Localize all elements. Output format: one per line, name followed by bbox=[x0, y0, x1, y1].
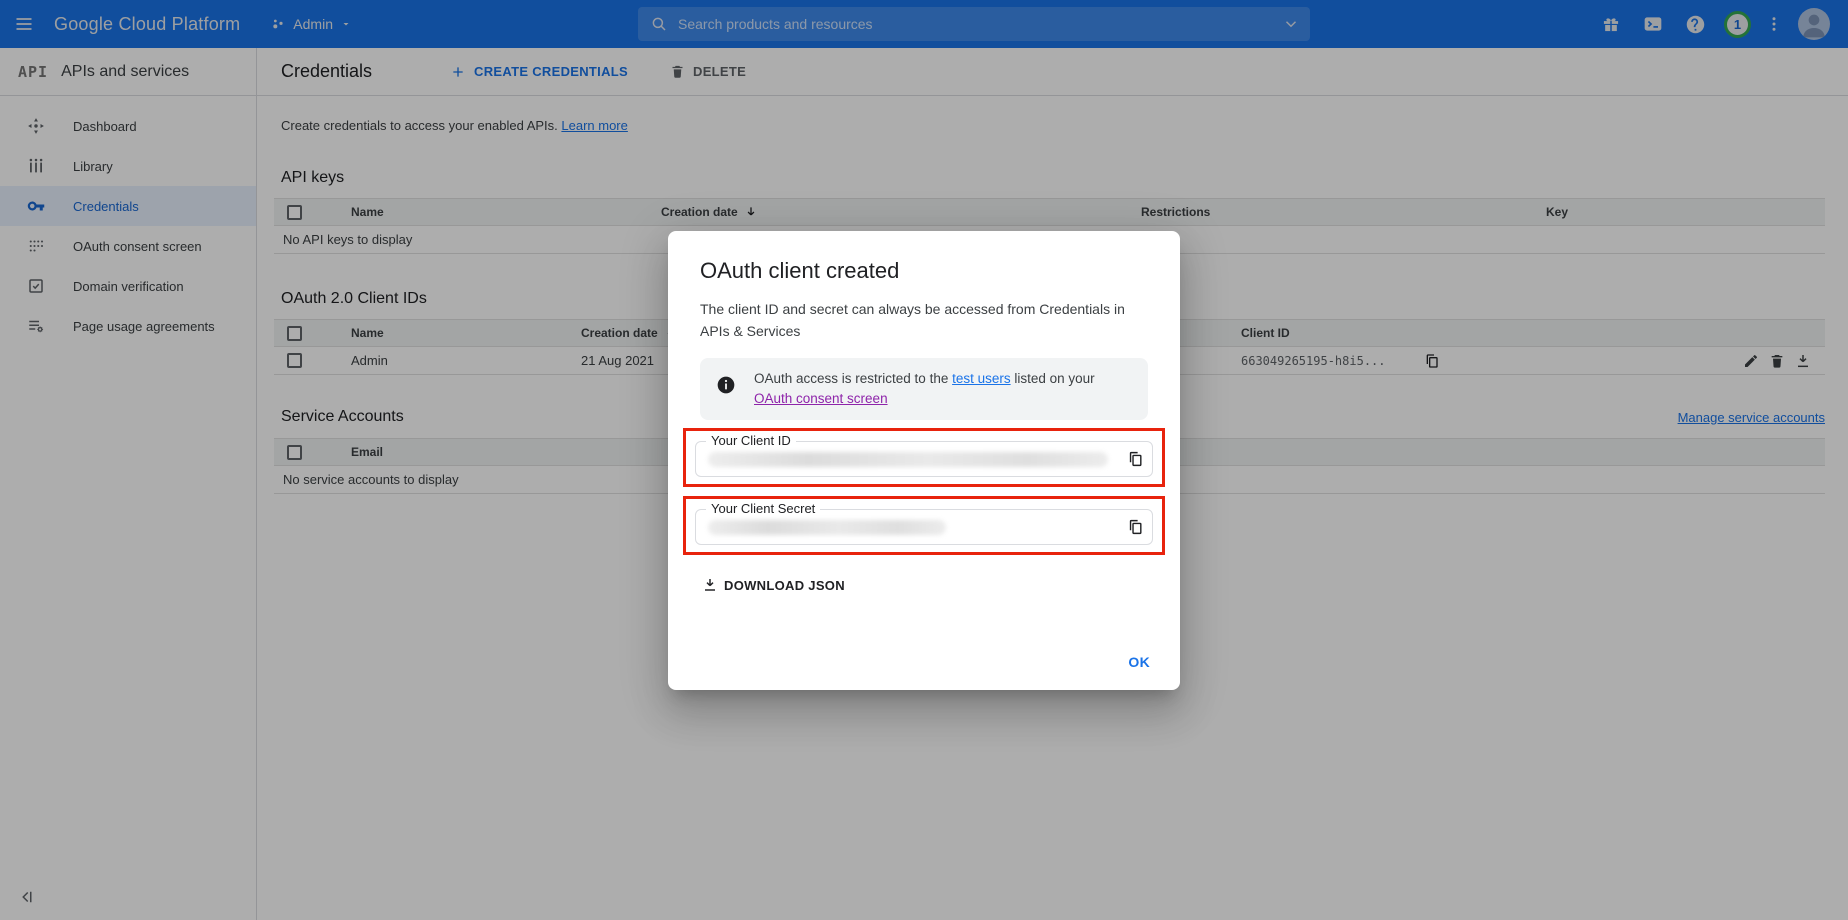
client-secret-value-redacted bbox=[708, 520, 946, 535]
annotation-box-client-secret: Your Client Secret bbox=[683, 496, 1165, 555]
info-text: OAuth access is restricted to the test u… bbox=[754, 369, 1134, 409]
client-id-value-redacted bbox=[708, 452, 1108, 467]
oauth-client-created-dialog: OAuth client created The client ID and s… bbox=[668, 231, 1180, 690]
download-icon bbox=[702, 577, 718, 593]
copy-icon[interactable] bbox=[1127, 519, 1144, 536]
oauth-consent-screen-link[interactable]: OAuth consent screen bbox=[754, 391, 888, 406]
client-secret-label: Your Client Secret bbox=[706, 501, 820, 516]
info-icon bbox=[716, 375, 736, 395]
annotation-box-client-id: Your Client ID bbox=[683, 428, 1165, 487]
client-id-label: Your Client ID bbox=[706, 433, 796, 448]
test-users-link[interactable]: test users bbox=[952, 371, 1011, 386]
dialog-body-text: The client ID and secret can always be a… bbox=[700, 298, 1152, 342]
download-json-button[interactable]: DOWNLOAD JSON bbox=[702, 577, 845, 593]
ok-button[interactable]: OK bbox=[1128, 654, 1150, 670]
client-secret-field[interactable]: Your Client Secret bbox=[695, 509, 1153, 545]
copy-icon[interactable] bbox=[1127, 451, 1144, 468]
gcp-console: Google Cloud Platform Admin bbox=[0, 0, 1848, 920]
info-banner: OAuth access is restricted to the test u… bbox=[700, 358, 1148, 420]
client-id-field[interactable]: Your Client ID bbox=[695, 441, 1153, 477]
dialog-title: OAuth client created bbox=[700, 258, 1148, 284]
